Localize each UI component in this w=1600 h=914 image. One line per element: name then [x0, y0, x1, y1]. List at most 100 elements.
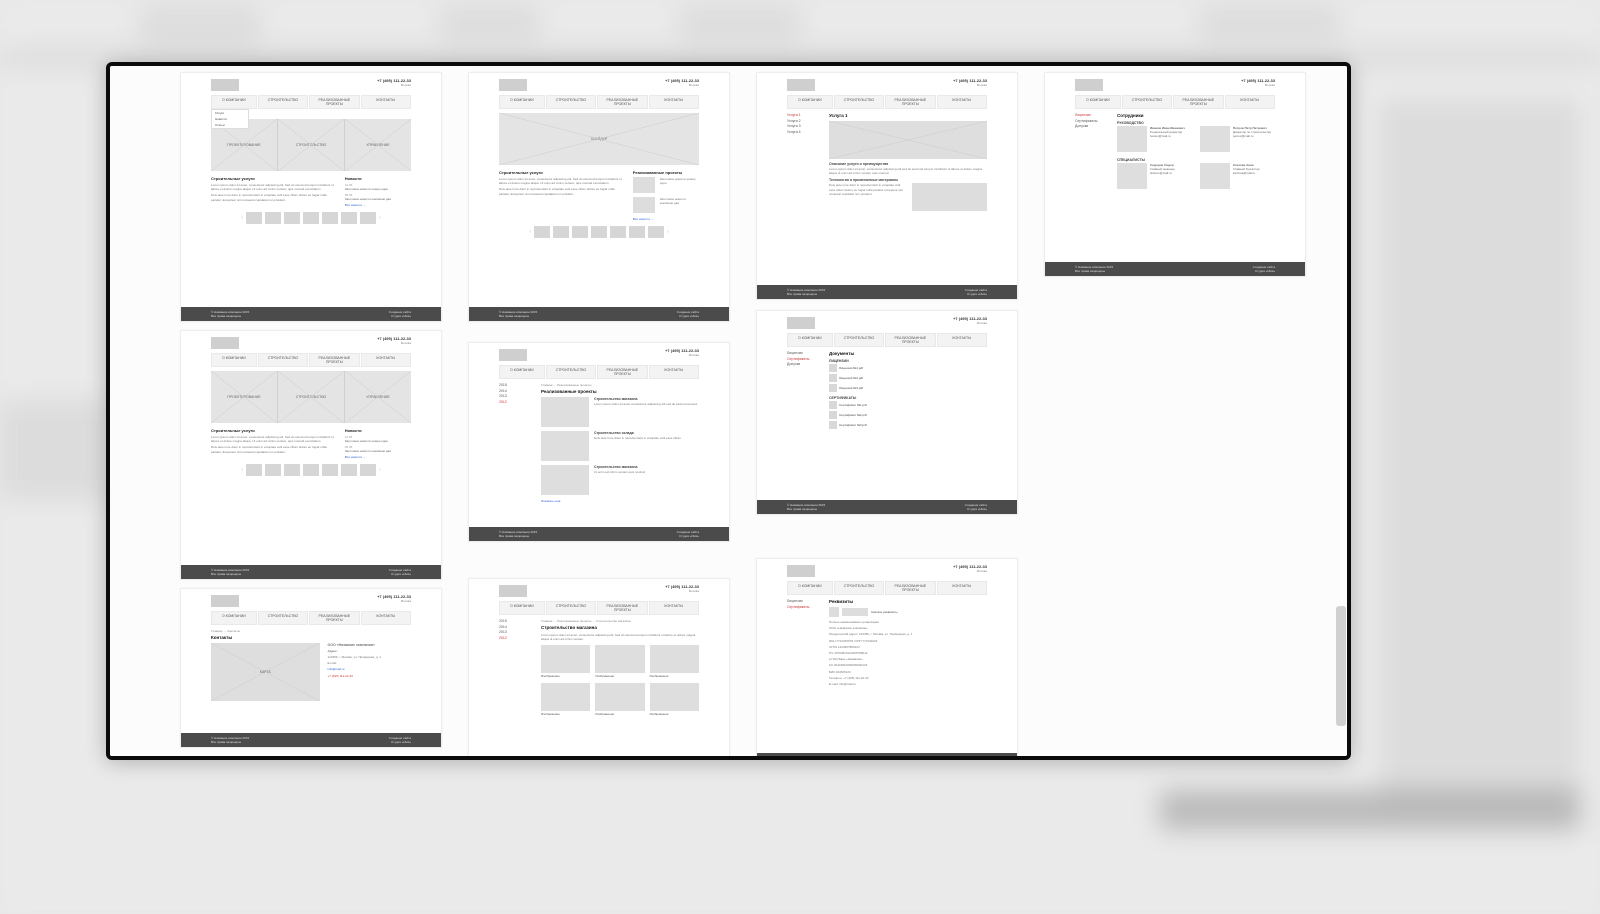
download-row[interactable]: Скачать реквизиты	[829, 607, 987, 617]
nav-build[interactable]: СТРОИТЕЛЬСТВО	[258, 611, 308, 625]
hero-slider[interactable]: СЛАЙДЕР	[499, 113, 699, 165]
all-link[interactable]: Все новости →	[633, 217, 699, 221]
nav-projects[interactable]: РЕАЛИЗОВАННЫЕ ПРОЕКТЫ	[597, 601, 647, 615]
nav-about[interactable]: О КОМПАНИИ	[499, 365, 545, 379]
email-link[interactable]: info@mail.ru	[328, 667, 411, 671]
sidebar-item[interactable]: Допуски	[787, 362, 821, 366]
nav-contacts[interactable]: КОНТАКТЫ	[649, 601, 699, 615]
sidebar-item[interactable]: 2012	[499, 400, 533, 404]
nav-about[interactable]: О КОМПАНИИ	[1075, 95, 1121, 109]
sidebar-item[interactable]: Услуга 2	[787, 119, 821, 123]
frame-service[interactable]: +7 (495) 111-22-33Москва О КОМПАНИИ СТРО…	[756, 72, 1018, 300]
nav-projects[interactable]: РЕАЛИЗОВАННЫЕ ПРОЕКТЫ	[597, 95, 647, 109]
nav-projects[interactable]: РЕАЛИЗОВАННЫЕ ПРОЕКТЫ	[885, 333, 935, 347]
nav-build[interactable]: СТРОИТЕЛЬСТВО	[834, 95, 884, 109]
all-news-link[interactable]: Все новости →	[345, 455, 411, 459]
nav-projects[interactable]: РЕАЛИЗОВАННЫЕ ПРОЕКТЫ	[1173, 95, 1223, 109]
frame-contacts[interactable]: +7 (495) 111-22-33Москва О КОМПАНИИ СТРО…	[180, 588, 442, 748]
document-item[interactable]: Лицензия №3.pdf	[829, 384, 987, 392]
sidebar-item[interactable]: 2015	[499, 383, 533, 387]
gallery-item[interactable]: Изображение	[595, 683, 644, 716]
document-item[interactable]: Сертификат №1.pdf	[829, 401, 987, 409]
sidebar-item[interactable]: Сертификаты	[787, 605, 821, 609]
gallery-item[interactable]: Изображение	[650, 683, 699, 716]
carousel-item[interactable]	[322, 212, 338, 224]
nav-contacts[interactable]: КОНТАКТЫ	[361, 611, 411, 625]
carousel-next-icon[interactable]: ›	[667, 229, 669, 235]
nav-about[interactable]: О КОМПАНИИ	[211, 611, 257, 625]
nav-contacts[interactable]: КОНТАКТЫ	[937, 333, 987, 347]
carousel-item[interactable]	[246, 212, 262, 224]
nav-build[interactable]: СТРОИТЕЛЬСТВО	[834, 581, 884, 595]
carousel-item[interactable]	[610, 226, 626, 238]
show-more-link[interactable]: Показать ещё	[541, 499, 699, 503]
project-item[interactable]: Заголовок новости компании два	[633, 197, 699, 213]
frame-project-detail[interactable]: +7 (495) 111-22-33Москва О КОМПАНИИ СТРО…	[468, 578, 730, 756]
document-item[interactable]: Лицензия №2.pdf	[829, 374, 987, 382]
frame-documents[interactable]: +7 (495) 111-22-33Москва О КОМПАНИИ СТРО…	[756, 310, 1018, 515]
nav-about[interactable]: О КОМПАНИИ	[787, 581, 833, 595]
nav-build[interactable]: СТРОИТЕЛЬСТВО	[546, 601, 596, 615]
carousel-item[interactable]	[284, 212, 300, 224]
nav-projects[interactable]: РЕАЛИЗОВАННЫЕ ПРОЕКТЫ	[885, 95, 935, 109]
gallery-item[interactable]: Изображение	[650, 645, 699, 678]
nav-build[interactable]: СТРОИТЕЛЬСТВО	[1122, 95, 1172, 109]
nav-contacts[interactable]: КОНТАКТЫ	[361, 95, 411, 109]
download-button[interactable]	[842, 608, 868, 616]
sidebar-item[interactable]: Сертификаты	[787, 357, 821, 361]
carousel-prev-icon[interactable]: ‹	[529, 229, 531, 235]
gallery-item[interactable]: Изображение	[541, 645, 590, 678]
nav-contacts[interactable]: КОНТАКТЫ	[361, 353, 411, 367]
document-item[interactable]: Сертификат №3.pdf	[829, 421, 987, 429]
project-row[interactable]: Строительство магазинаLorem ipsum dolor …	[541, 397, 699, 427]
sidebar-item[interactable]: Допуски	[1075, 124, 1109, 128]
news-item[interactable]: 12.06Заголовок новости номер один	[345, 435, 411, 443]
sidebar-item[interactable]: 2014	[499, 389, 533, 393]
nav-projects[interactable]: РЕАЛИЗОВАННЫЕ ПРОЕКТЫ	[309, 95, 359, 109]
carousel-item[interactable]	[265, 464, 281, 476]
sidebar-item[interactable]: 2015	[499, 619, 533, 623]
carousel-item[interactable]	[265, 212, 281, 224]
carousel-prev-icon[interactable]: ‹	[241, 467, 243, 473]
nav-projects[interactable]: РЕАЛИЗОВАННЫЕ ПРОЕКТЫ	[309, 611, 359, 625]
document-item[interactable]: Сертификат №2.pdf	[829, 411, 987, 419]
nav-contacts[interactable]: КОНТАКТЫ	[649, 365, 699, 379]
sidebar-item[interactable]: Лицензии	[787, 351, 821, 355]
sidebar-item[interactable]: Лицензии	[1075, 113, 1109, 117]
carousel-item[interactable]	[629, 226, 645, 238]
sidebar-item[interactable]: Сертификаты	[1075, 119, 1109, 123]
frame-requisites[interactable]: +7 (495) 111-22-33Москва О КОМПАНИИ СТРО…	[756, 558, 1018, 756]
frame-projects-list[interactable]: +7 (495) 111-22-33Москва О КОМПАНИИ СТРО…	[468, 342, 730, 542]
all-news-link[interactable]: Все новости →	[345, 203, 411, 207]
sidebar-item[interactable]: Услуга 1	[787, 113, 821, 117]
sidebar-item[interactable]: 2013	[499, 630, 533, 634]
sidebar-item[interactable]: Лицензии	[787, 599, 821, 603]
sidebar-item[interactable]: 2013	[499, 394, 533, 398]
dropdown-item[interactable]: Статьи	[212, 122, 248, 128]
nav-contacts[interactable]: КОНТАКТЫ	[937, 581, 987, 595]
artboard-canvas[interactable]: +7 (495) 111-22-33Москва О КОМПАНИИ СТРО…	[110, 66, 1347, 756]
carousel-item[interactable]	[246, 464, 262, 476]
news-item[interactable]: 05.06Заголовок новости компании два	[345, 193, 411, 201]
nav-projects[interactable]: РЕАЛИЗОВАННЫЕ ПРОЕКТЫ	[309, 353, 359, 367]
sidebar-item[interactable]: 2012	[499, 636, 533, 640]
carousel-item[interactable]	[341, 464, 357, 476]
carousel-item[interactable]	[360, 212, 376, 224]
sidebar-item[interactable]: Услуга 3	[787, 124, 821, 128]
carousel-item[interactable]	[284, 464, 300, 476]
map-placeholder[interactable]: КАРТА	[211, 643, 320, 701]
carousel-item[interactable]	[341, 212, 357, 224]
nav-build[interactable]: СТРОИТЕЛЬСТВО	[258, 95, 308, 109]
gallery-item[interactable]: Изображение	[541, 683, 590, 716]
nav-contacts[interactable]: КОНТАКТЫ	[649, 95, 699, 109]
nav-dropdown[interactable]: Услуги Новости Статьи	[211, 109, 249, 129]
nav-build[interactable]: СТРОИТЕЛЬСТВО	[546, 95, 596, 109]
document-item[interactable]: Лицензия №1.pdf	[829, 364, 987, 372]
sidebar-item[interactable]: 2014	[499, 625, 533, 629]
carousel-item[interactable]	[591, 226, 607, 238]
carousel-item[interactable]	[553, 226, 569, 238]
nav-about[interactable]: О КОМПАНИИ	[787, 333, 833, 347]
nav-about[interactable]: О КОМПАНИИ	[787, 95, 833, 109]
carousel-item[interactable]	[534, 226, 550, 238]
carousel-prev-icon[interactable]: ‹	[241, 215, 243, 221]
